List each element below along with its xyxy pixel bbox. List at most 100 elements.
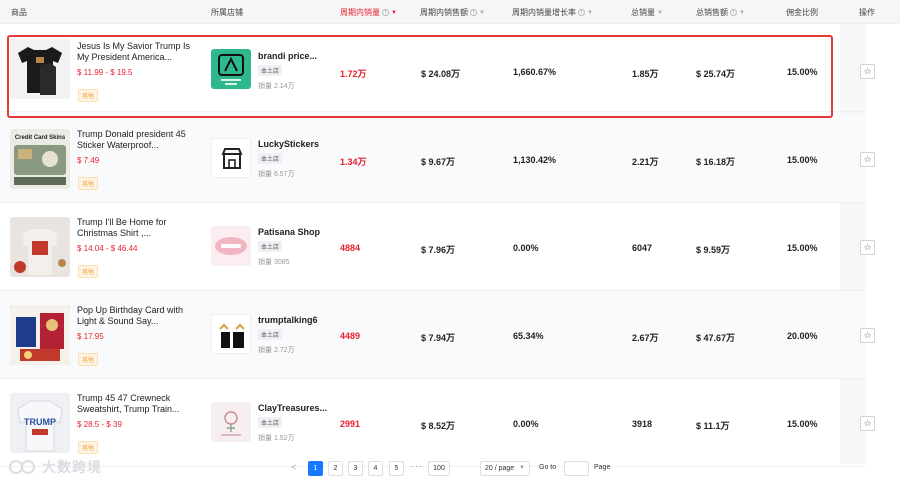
table-row[interactable]: Trump I'll Be Home for Christmas Shirt ,… <box>0 203 875 291</box>
pagination: < 1 2 3 4 5 ··· 100 20 / page ▼ Go to Pag… <box>0 461 900 477</box>
shop-type-tag: 本土店 <box>258 241 283 252</box>
period-growth: 0.00% <box>513 243 539 253</box>
star-icon[interactable]: ☆ <box>860 416 875 431</box>
category-tag: 其他 <box>78 177 99 190</box>
period-revenue: $ 9.67万 <box>421 157 456 167</box>
page-2-button[interactable]: 2 <box>328 461 343 476</box>
header-total-revenue[interactable]: 总销售额 i ▼ <box>696 7 745 18</box>
header-shop: 所属店铺 <box>211 8 243 17</box>
shop-sales: 销量 1.52万 <box>258 435 295 442</box>
commission-rate: 20.00% <box>787 331 818 341</box>
page-size-select[interactable]: 20 / page ▼ <box>480 461 530 476</box>
period-revenue: $ 8.52万 <box>421 421 456 431</box>
page-4-button[interactable]: 4 <box>368 461 383 476</box>
product-price: $ 11.99 - $ 19.5 <box>77 68 133 77</box>
product-thumbnail[interactable] <box>10 39 70 99</box>
header-period-growth[interactable]: 周期内销量增长率 i ▼ <box>512 7 593 18</box>
shop-sales: 销量 6.57万 <box>258 171 295 178</box>
header-action: 操作 <box>859 8 875 17</box>
shop-sales: 销量 3085 <box>258 259 290 266</box>
goto-label: Go to <box>539 464 557 471</box>
info-icon: i <box>382 9 389 16</box>
star-icon[interactable]: ☆ <box>860 152 875 167</box>
shop-name[interactable]: ClayTreasures... <box>258 403 327 413</box>
category-tag: 其他 <box>78 265 99 278</box>
category-tag: 其他 <box>78 89 99 102</box>
product-name[interactable]: Trump 45 47 Crewneck Sweatshirt, Trump T… <box>77 393 195 415</box>
total-sales: 6047 <box>632 243 653 253</box>
header-period-revenue[interactable]: 周期内销售额 i ▼ <box>420 7 485 18</box>
product-price: $ 28.5 - $ 39 <box>77 420 122 429</box>
product-name[interactable]: Trump I'll Be Home for Christmas Shirt ,… <box>77 217 195 239</box>
commission-rate: 15.00% <box>787 67 818 77</box>
info-icon: i <box>730 9 737 16</box>
table-header: 商品 所属店铺 周期内销量 i ▼ 周期内销售额 i ▼ 周期内销量增长率 i ▼ 总销量 ▼… <box>0 0 900 24</box>
info-icon: i <box>578 9 585 16</box>
page-3-button[interactable]: 3 <box>348 461 363 476</box>
total-sales: 3918 <box>632 419 653 429</box>
total-revenue: $ 47.67万 <box>696 333 736 343</box>
period-growth: 1,660.67% <box>513 67 557 77</box>
period-sales: 2991 <box>340 419 361 429</box>
page-1-button[interactable]: 1 <box>308 461 323 476</box>
header-commission: 佣金比例 <box>786 8 818 17</box>
sort-icon: ▼ <box>479 9 485 16</box>
table-row[interactable]: Credit Card Skins Trump Donald president… <box>0 115 875 203</box>
shop-type-tag: 本土店 <box>258 417 283 428</box>
period-growth: 0.00% <box>513 419 539 429</box>
period-sales: 4884 <box>340 243 361 253</box>
period-revenue: $ 7.96万 <box>421 245 456 255</box>
product-name[interactable]: Trump Donald president 45 Sticker Waterp… <box>77 129 195 151</box>
shop-logo[interactable] <box>211 138 251 178</box>
header-product: 商品 <box>11 8 27 17</box>
product-thumbnail[interactable] <box>10 305 70 365</box>
prev-page-icon[interactable]: < <box>291 462 296 472</box>
shop-type-tag: 本土店 <box>258 329 283 340</box>
page-size-value: 20 / page <box>485 465 515 472</box>
shop-logo[interactable] <box>211 402 251 442</box>
total-revenue: $ 25.74万 <box>696 69 736 79</box>
shop-logo[interactable] <box>211 226 251 266</box>
star-icon[interactable]: ☆ <box>860 64 875 79</box>
info-icon: i <box>470 9 477 16</box>
star-icon[interactable]: ☆ <box>860 328 875 343</box>
product-price: $ 17.95 <box>77 332 104 341</box>
period-sales: 1.72万 <box>340 69 367 79</box>
shop-logo[interactable] <box>211 314 251 354</box>
table-row[interactable]: Jesus Is My Savior Trump Is My President… <box>0 24 875 112</box>
page-5-button[interactable]: 5 <box>389 461 404 476</box>
product-thumbnail[interactable]: Credit Card Skins <box>10 129 70 189</box>
shop-name[interactable]: LuckyStickers <box>258 139 319 149</box>
table-row[interactable]: TRUMP Trump 45 47 Crewneck Sweatshirt, T… <box>0 379 875 467</box>
watermark-text: 大数跨境 <box>42 459 102 475</box>
product-name[interactable]: Jesus Is My Savior Trump Is My President… <box>77 41 195 63</box>
product-thumbnail[interactable] <box>10 217 70 277</box>
total-sales: 1.85万 <box>632 69 659 79</box>
shop-type-tag: 本土店 <box>258 153 283 164</box>
category-tag: 其他 <box>78 353 99 366</box>
shop-logo[interactable] <box>211 49 251 89</box>
header-total-sales[interactable]: 总销量 ▼ <box>631 7 663 18</box>
page-label: Page <box>594 464 611 471</box>
page-ellipsis[interactable]: ··· <box>411 461 423 471</box>
table-row[interactable]: Pop Up Birthday Card with Light & Sound … <box>0 291 875 379</box>
shop-name[interactable]: trumptalking6 <box>258 315 318 325</box>
thumb-caption: TRUMP <box>24 417 56 427</box>
header-period-sales[interactable]: 周期内销量 i ▼ <box>340 7 397 18</box>
page-last-button[interactable]: 100 <box>428 461 450 476</box>
product-name[interactable]: Pop Up Birthday Card with Light & Sound … <box>77 305 195 327</box>
star-icon[interactable]: ☆ <box>860 240 875 255</box>
thumb-caption: Credit Card Skins <box>15 135 66 141</box>
product-thumbnail[interactable]: TRUMP <box>10 393 70 453</box>
watermark: 大数跨境 <box>8 457 102 477</box>
shop-type-tag: 本土店 <box>258 65 283 76</box>
product-price: $ 7.49 <box>77 156 100 165</box>
commission-rate: 15.00% <box>787 419 818 429</box>
total-sales: 2.67万 <box>632 333 659 343</box>
shop-sales: 销量 2.72万 <box>258 347 295 354</box>
total-revenue: $ 16.18万 <box>696 157 736 167</box>
sort-desc-icon: ▼ <box>391 9 397 16</box>
goto-page-input[interactable] <box>564 461 589 476</box>
shop-name[interactable]: Patisana Shop <box>258 227 320 237</box>
shop-name[interactable]: brandi price... <box>258 51 317 61</box>
